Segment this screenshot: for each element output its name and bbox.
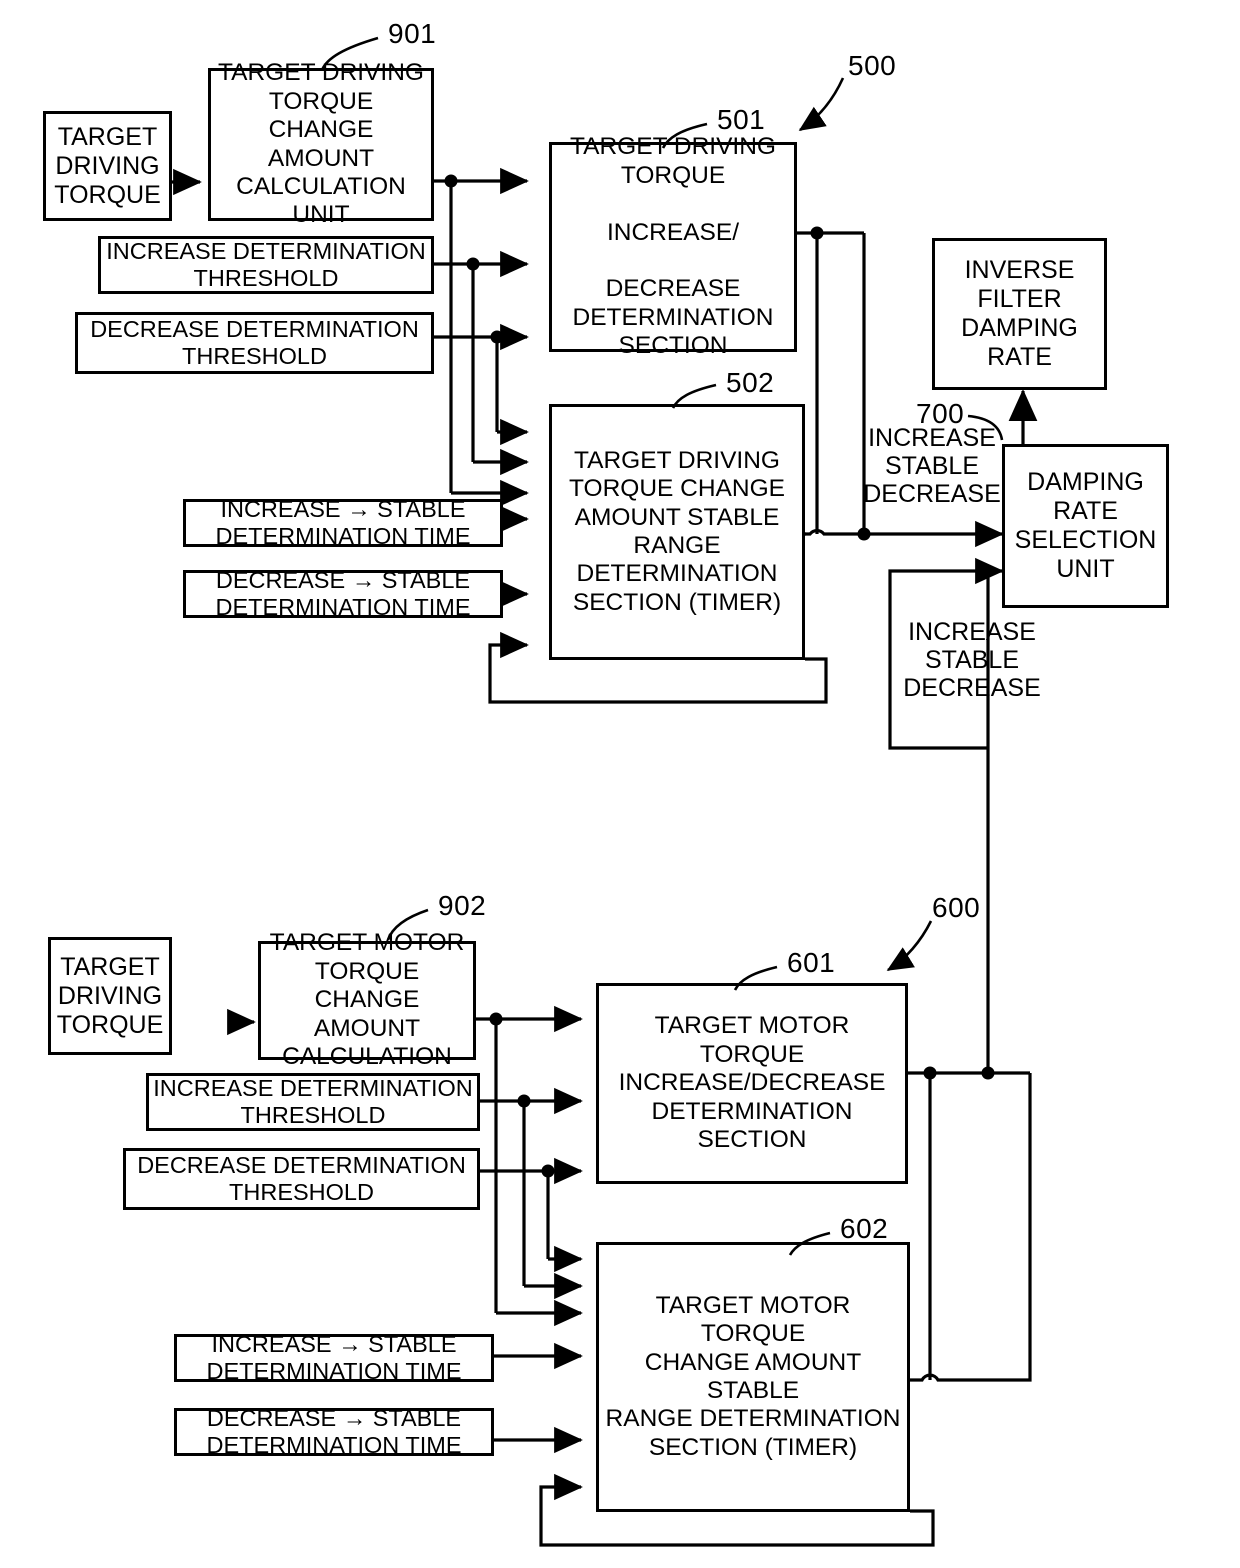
ref-number-502: 502 bbox=[726, 367, 775, 398]
ref-number-500: 500 bbox=[848, 50, 897, 81]
ref-number-901: 901 bbox=[388, 18, 437, 49]
reference-leader-layer bbox=[320, 36, 1004, 1256]
signal-label-increase-stable-decrease-lower: INCREASE STABLE DECREASE bbox=[903, 618, 1041, 702]
ref-number-902: 902 bbox=[438, 890, 487, 921]
ref-number-501: 501 bbox=[717, 104, 766, 135]
patent-figure: TARGET DRIVING TORQUE TARGET DRIVING TOR… bbox=[0, 0, 1240, 1568]
signal-label-increase-stable-decrease-upper: INCREASE STABLE DECREASE bbox=[863, 424, 1001, 508]
ref-number-600: 600 bbox=[932, 892, 981, 923]
ref-number-601: 601 bbox=[787, 947, 836, 978]
ref-number-602: 602 bbox=[840, 1213, 889, 1244]
